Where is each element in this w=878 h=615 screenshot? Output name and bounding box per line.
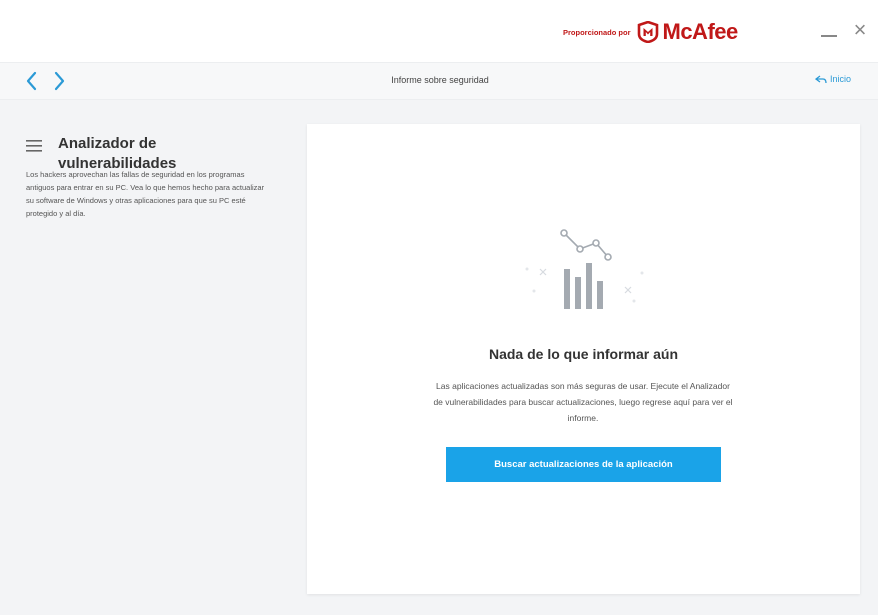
minimize-button[interactable]: [818, 20, 840, 42]
main-area: Analizador de vulnerabilidades Los hacke…: [0, 100, 878, 615]
navigation-bar: Informe sobre seguridad Inicio: [0, 62, 878, 100]
title-bar: Proporcionado por McAfee ×: [0, 0, 878, 62]
empty-state-text: Las aplicaciones actualizadas son más se…: [433, 381, 733, 423]
page-title: Informe sobre seguridad: [391, 75, 489, 85]
close-button[interactable]: ×: [850, 19, 870, 41]
minimize-icon: [821, 35, 837, 37]
brand-name: McAfee: [662, 19, 739, 44]
bar-chart-trend-icon: [525, 229, 644, 309]
brand-logo: Proporcionado por McAfee: [563, 19, 739, 44]
home-arrow-icon: [815, 74, 827, 83]
search-updates-button[interactable]: Buscar actualizaciones de la aplicación: [446, 447, 721, 482]
close-icon: ×: [853, 17, 867, 42]
sidebar-description: Los hackers aprovechan las fallas de seg…: [26, 170, 265, 218]
home-link-label: Inicio: [830, 74, 852, 84]
brand-prefix: Proporcionado por: [563, 27, 631, 37]
mcafee-shield-icon: [637, 21, 658, 43]
home-link[interactable]: Inicio: [815, 74, 851, 84]
report-card: Nada de lo que informar aún Las aplicaci…: [307, 124, 860, 594]
hamburger-menu-icon[interactable]: [26, 140, 42, 152]
chevron-right-icon[interactable]: [50, 70, 68, 92]
chevron-left-icon[interactable]: [23, 70, 41, 92]
empty-state-title: Nada de lo que informar aún: [488, 346, 679, 362]
